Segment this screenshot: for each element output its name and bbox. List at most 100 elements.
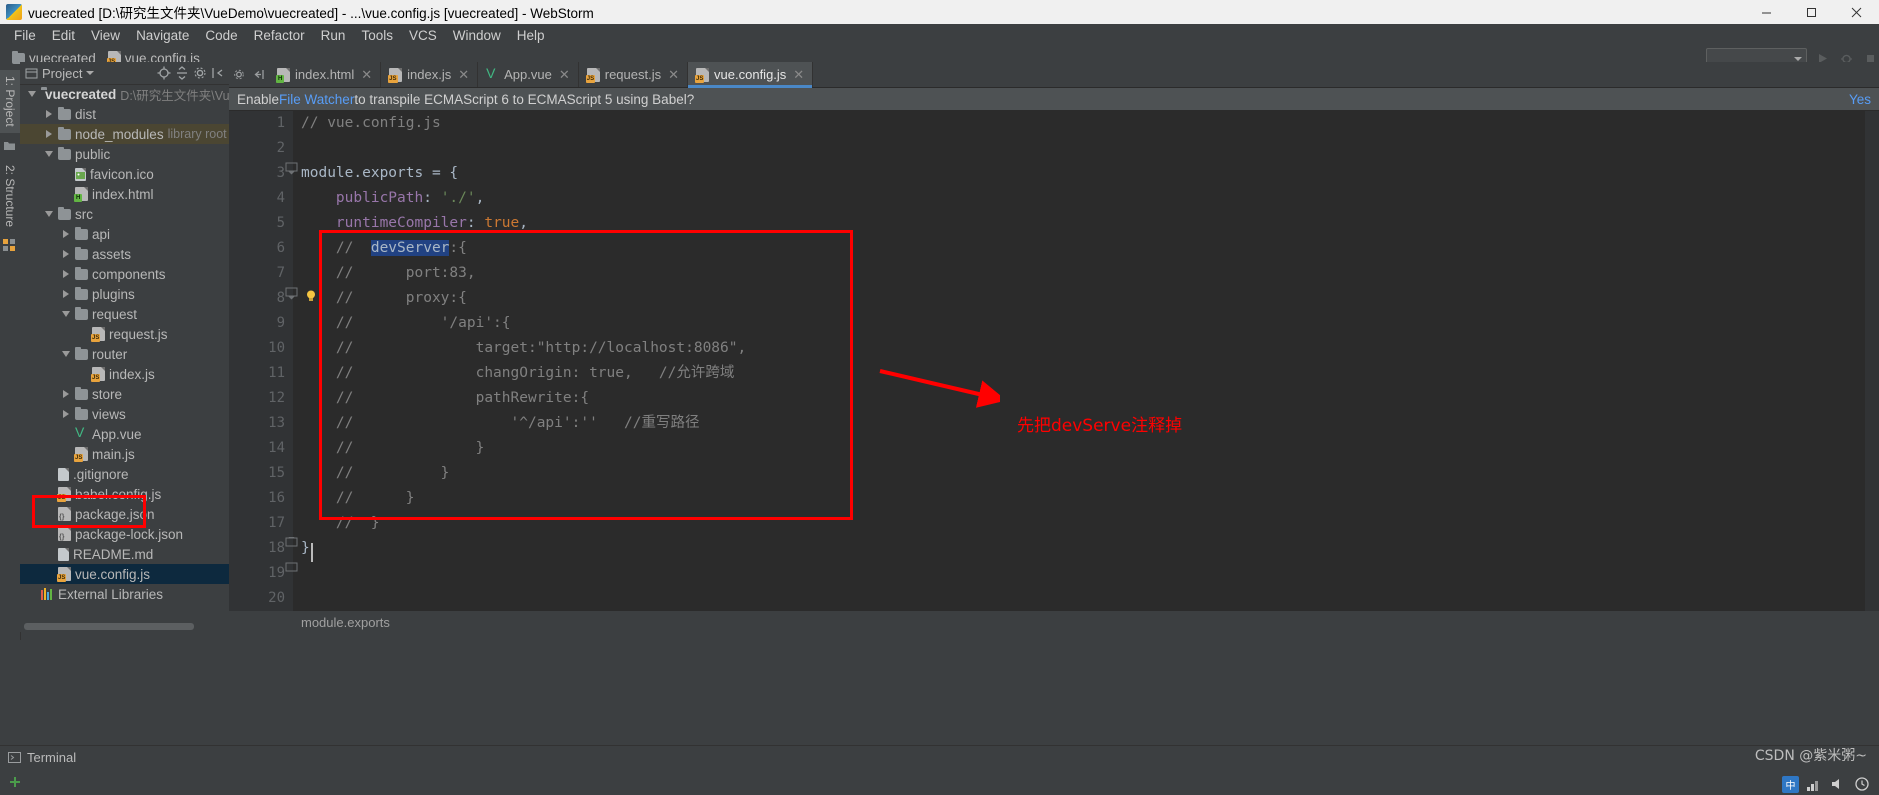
code-line[interactable]: // target:"http://localhost:8086", [301, 336, 1879, 361]
tree-item-router[interactable]: router [20, 344, 229, 364]
close-button[interactable] [1834, 0, 1879, 24]
tree-item-request-js[interactable]: request.js [20, 324, 229, 344]
tree-item-external-libraries[interactable]: External Libraries [20, 584, 229, 604]
code-line[interactable]: // pathRewrite:{ [301, 386, 1879, 411]
chevron-right-icon[interactable] [60, 269, 71, 280]
editor-tab-request-js[interactable]: request.js ✕ [579, 62, 689, 87]
code-editor[interactable]: 1 2 3 4 5 6 7 8 9 10 11 12 13 14 15 16 17 18 19 20 [229, 111, 1879, 611]
collapse-all-icon[interactable] [175, 66, 189, 80]
menu-refactor[interactable]: Refactor [246, 26, 313, 45]
tree-item-plugins[interactable]: plugins [20, 284, 229, 304]
code-line[interactable]: runtimeCompiler: true, [301, 211, 1879, 236]
tree-item-node-modules[interactable]: node_modules library root [20, 124, 229, 144]
select-opened-file-icon[interactable] [249, 62, 269, 87]
sidebar-tab-project[interactable]: 1: Project [0, 70, 20, 133]
menu-vcs[interactable]: VCS [401, 26, 445, 45]
file-watcher-link[interactable]: File Watcher [279, 92, 354, 107]
menu-help[interactable]: Help [509, 26, 553, 45]
chevron-down-icon[interactable] [60, 349, 71, 360]
menu-file[interactable]: File [6, 26, 44, 45]
close-icon[interactable]: ✕ [668, 67, 679, 83]
tree-item-dist[interactable]: dist [20, 104, 229, 124]
menu-tools[interactable]: Tools [353, 26, 401, 45]
tree-item-gitignore[interactable]: .gitignore [20, 464, 229, 484]
code-line[interactable]: // } [301, 511, 1879, 536]
code-line[interactable] [301, 561, 1879, 586]
code-line[interactable]: } [301, 536, 1879, 561]
close-icon[interactable]: ✕ [458, 67, 469, 83]
tree-item-favicon-ico[interactable]: favicon.ico [20, 164, 229, 184]
code-line[interactable]: // changOrigin: true, //允许跨域 [301, 361, 1879, 386]
code-line[interactable]: // proxy:{ [301, 286, 1879, 311]
volume-icon[interactable] [1830, 776, 1847, 793]
tab-settings-icon[interactable] [229, 62, 249, 87]
tree-item-assets[interactable]: assets [20, 244, 229, 264]
project-tree-hscrollbar[interactable] [24, 623, 194, 630]
editor-tab-index-js[interactable]: index.js ✕ [381, 62, 479, 87]
tree-item-components[interactable]: components [20, 264, 229, 284]
code-line[interactable] [301, 586, 1879, 611]
fold-marker-line18[interactable] [285, 562, 298, 579]
minimize-button[interactable] [1744, 0, 1789, 24]
editor-scrollbar-track[interactable] [1864, 111, 1879, 611]
menu-view[interactable]: View [83, 26, 128, 45]
chevron-right-icon[interactable] [60, 289, 71, 300]
tree-item-index-js[interactable]: index.js [20, 364, 229, 384]
code-line[interactable]: // } [301, 486, 1879, 511]
tree-item-public[interactable]: public [20, 144, 229, 164]
fold-marker-line17[interactable] [285, 534, 298, 554]
code-line[interactable]: // devServer:{ [301, 236, 1879, 261]
tree-item-request[interactable]: request [20, 304, 229, 324]
chevron-right-icon[interactable] [60, 229, 71, 240]
add-terminal-icon[interactable] [8, 775, 22, 789]
tree-item-package-json[interactable]: package.json [20, 504, 229, 524]
code-line[interactable]: // port:83, [301, 261, 1879, 286]
chevron-right-icon[interactable] [60, 409, 71, 420]
close-icon[interactable]: ✕ [361, 67, 372, 83]
menu-navigate[interactable]: Navigate [128, 26, 197, 45]
chevron-down-icon[interactable] [60, 309, 71, 320]
close-icon[interactable]: ✕ [559, 67, 570, 83]
fold-marker-line6[interactable] [285, 287, 298, 304]
fold-marker-line3[interactable] [285, 162, 298, 179]
code-line[interactable] [301, 136, 1879, 161]
network-icon[interactable] [1806, 776, 1823, 793]
tree-item-vue-config-js[interactable]: vue.config.js [20, 564, 229, 584]
clock-icon[interactable] [1854, 776, 1871, 793]
project-tree[interactable]: vuecreatedD:\研究生文件夹\VueDem dist node_modul… [20, 84, 229, 620]
code-line[interactable]: // '/api':{ [301, 311, 1879, 336]
code-line[interactable]: publicPath: './', [301, 186, 1879, 211]
tree-item-src[interactable]: src [20, 204, 229, 224]
target-icon[interactable] [157, 66, 171, 80]
code-line[interactable]: // vue.config.js [301, 111, 1879, 136]
tree-item-views[interactable]: views [20, 404, 229, 424]
tree-item-babel-config-js[interactable]: babel.config.js [20, 484, 229, 504]
sidebar-tab-structure[interactable]: 2: Structure [0, 159, 20, 233]
menu-run[interactable]: Run [313, 26, 354, 45]
menu-edit[interactable]: Edit [44, 26, 83, 45]
chevron-right-icon[interactable] [43, 109, 54, 120]
chevron-down-icon[interactable] [26, 89, 37, 100]
notification-yes-action[interactable]: Yes [1849, 92, 1871, 107]
code-line[interactable]: // } [301, 436, 1879, 461]
chevron-right-icon[interactable] [60, 389, 71, 400]
menu-code[interactable]: Code [197, 26, 245, 45]
chevron-down-icon[interactable] [43, 209, 54, 220]
tree-item-index-html[interactable]: index.html [20, 184, 229, 204]
code-text[interactable]: // vue.config.js module.exports = { publi… [301, 111, 1879, 611]
tree-item-store[interactable]: store [20, 384, 229, 404]
chevron-down-icon[interactable] [43, 149, 54, 160]
menu-window[interactable]: Window [445, 26, 509, 45]
tree-item-vuecreated[interactable]: vuecreatedD:\研究生文件夹\VueDem [20, 84, 229, 104]
tree-item-readme-md[interactable]: README.md [20, 544, 229, 564]
maximize-button[interactable] [1789, 0, 1834, 24]
chevron-right-icon[interactable] [60, 249, 71, 260]
favorites-icon[interactable] [3, 139, 17, 153]
ime-icon[interactable]: 中 [1782, 776, 1799, 793]
editor-tab-vue-config-js[interactable]: vue.config.js ✕ [688, 62, 814, 88]
tree-item-package-lock-json[interactable]: package-lock.json [20, 524, 229, 544]
hide-panel-icon[interactable] [211, 66, 225, 80]
tree-item-main-js[interactable]: main.js [20, 444, 229, 464]
chevron-down-icon[interactable] [86, 71, 95, 75]
modules-icon[interactable] [3, 238, 17, 253]
